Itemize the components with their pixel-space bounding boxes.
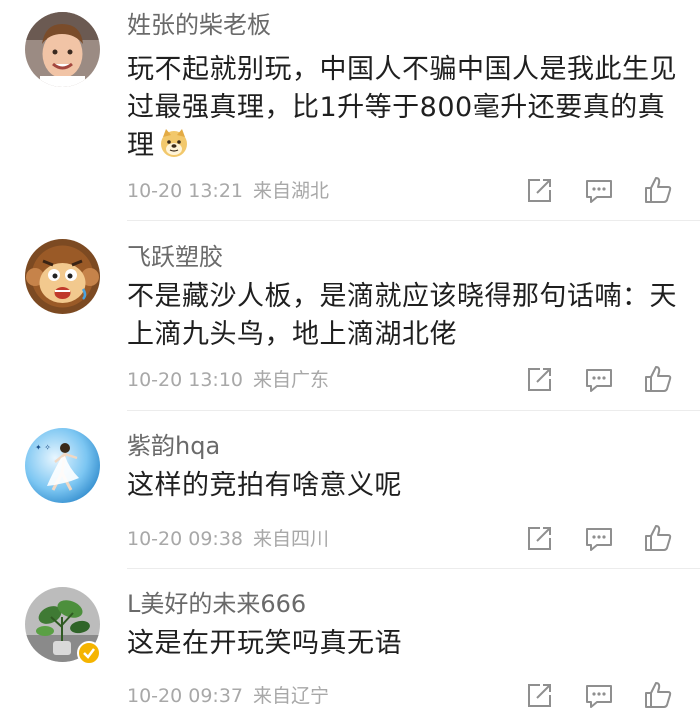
repost-icon — [528, 684, 551, 707]
username[interactable]: L美好的未来666 — [127, 589, 306, 619]
repost-button[interactable] — [524, 524, 554, 554]
like-button[interactable] — [643, 175, 673, 205]
comment-text-content: 不是藏沙人板，是滴就应该晓得那句话喃：天上滴九头鸟，地上滴湖北佬 — [127, 281, 677, 350]
comment-text-content: 玩不起就别玩，中国人不骗中国人是我此生见过最强真理，比1升等于800毫升还要真的… — [127, 54, 677, 161]
comment-icon — [586, 528, 612, 551]
comment-icon — [586, 369, 612, 392]
repost-icon — [528, 179, 551, 202]
comment-meta: 10-20 13:21 来自湖北 — [127, 179, 329, 203]
like-button[interactable] — [643, 364, 673, 394]
user-avatar[interactable] — [25, 239, 100, 314]
comment-button[interactable] — [584, 176, 614, 206]
repost-icon — [528, 527, 551, 550]
comment-icon — [586, 180, 612, 203]
comment-text-content: 这是在开玩笑吗真无语 — [127, 628, 402, 659]
comment-time: 10-20 09:38 — [127, 528, 244, 550]
boy-photo-avatar — [25, 12, 100, 87]
like-icon — [645, 366, 672, 392]
comment-meta: 10-20 09:37 来自辽宁 — [127, 684, 329, 708]
comment-text: 玩不起就别玩，中国人不骗中国人是我此生见过最强真理，比1升等于800毫升还要真的… — [127, 51, 687, 165]
username[interactable]: 姓张的柴老板 — [127, 10, 271, 40]
comment-time: 10-20 13:21 — [127, 180, 244, 202]
comment-button[interactable] — [584, 365, 614, 395]
comment-item: 姓张的柴老板 玩不起就别玩，中国人不骗中国人是我此生见过最强真理，比1升等于80… — [0, 0, 700, 221]
comment-location: 来自四川 — [253, 528, 330, 550]
comment-text: 不是藏沙人板，是滴就应该晓得那句话喃：天上滴九头鸟，地上滴湖北佬 — [127, 278, 687, 354]
like-button[interactable] — [643, 680, 673, 710]
svg-text:✦ ✧: ✦ ✧ — [35, 443, 51, 452]
comment-icon — [586, 685, 612, 708]
comment-meta: 10-20 09:38 来自四川 — [127, 527, 329, 551]
comment-location: 来自湖北 — [253, 180, 330, 202]
comment-button[interactable] — [584, 681, 614, 711]
comment-location: 来自辽宁 — [253, 685, 330, 707]
username[interactable]: 飞跃塑胶 — [127, 242, 223, 272]
user-avatar[interactable] — [25, 12, 100, 87]
username[interactable]: 紫韵hqa — [127, 431, 220, 461]
comment-location: 来自广东 — [253, 369, 330, 391]
comment-text: 这是在开玩笑吗真无语 — [127, 625, 687, 663]
dancer-avatar: ✦ ✧ — [25, 428, 100, 503]
doge-emoji-icon — [158, 127, 190, 159]
verified-badge-icon — [77, 641, 101, 665]
like-icon — [645, 682, 672, 708]
like-icon — [645, 525, 672, 551]
comment-text: 这样的竞拍有啥意义呢 — [127, 467, 687, 505]
like-icon — [645, 177, 672, 203]
user-avatar[interactable]: ✦ ✧ — [25, 428, 100, 503]
comment-meta: 10-20 13:10 来自广东 — [127, 368, 329, 392]
comment-item: 飞跃塑胶 不是藏沙人板，是滴就应该晓得那句话喃：天上滴九头鸟，地上滴湖北佬 10… — [0, 221, 700, 411]
comment-time: 10-20 13:10 — [127, 369, 244, 391]
cartoon-monkey-avatar — [25, 239, 100, 314]
repost-button[interactable] — [524, 365, 554, 395]
comment-button[interactable] — [584, 524, 614, 554]
comment-time: 10-20 09:37 — [127, 685, 244, 707]
comment-text-content: 这样的竞拍有啥意义呢 — [127, 470, 402, 501]
comment-item: L美好的未来666 这是在开玩笑吗真无语 10-20 09:37 来自辽宁 — [0, 569, 700, 726]
like-button[interactable] — [643, 523, 673, 553]
repost-button[interactable] — [524, 681, 554, 711]
comment-item: ✦ ✧ 紫韵hqa 这样的竞拍有啥意义呢 10-20 09:38 来自四川 — [0, 411, 700, 569]
repost-icon — [528, 368, 551, 391]
repost-button[interactable] — [524, 176, 554, 206]
